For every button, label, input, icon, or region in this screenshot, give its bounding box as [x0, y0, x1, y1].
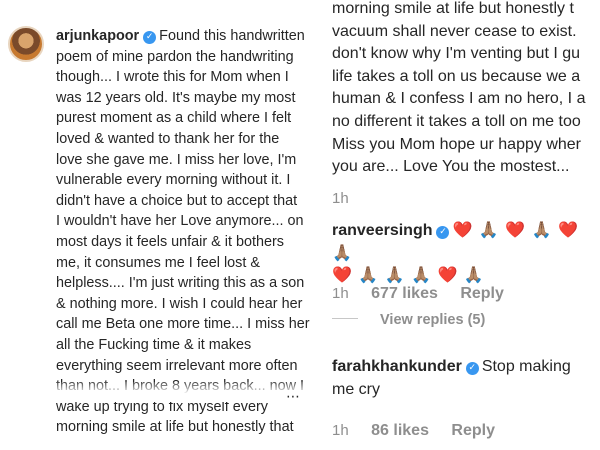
caption-line: Found this handwritten	[159, 28, 305, 44]
caption-continuation: morning smile at life but honestly t vac…	[332, 0, 600, 179]
caption-line: morning smile at life but honestly that	[56, 419, 294, 436]
comment-username[interactable]: ranveersingh	[332, 222, 432, 239]
post-caption: arjunkapoor ✓ Found this handwritten poem …	[56, 26, 310, 438]
caption-line: vulnerable every morning without it. I	[56, 172, 291, 189]
caption-line: all the Fucking time & it makes	[56, 336, 252, 353]
comment-actions: 1h 677 likes Reply	[332, 283, 600, 306]
caption-line: loved & wanted to thank her for the	[56, 130, 280, 147]
caption-line: life takes a toll on us because we a	[332, 67, 581, 85]
caption-line: love she gave me. I miss her love, I'm	[56, 151, 297, 168]
post-caption-panel: arjunkapoor ✓ Found this handwritten poem …	[0, 0, 310, 450]
caption-line: poem of mine pardon the handwriting	[56, 48, 294, 65]
caption-line: vacuum shall never cease to exist.	[332, 22, 577, 40]
verified-badge-icon: ✓	[143, 31, 157, 44]
comment-likes[interactable]: 86 likes	[371, 422, 429, 439]
caption-line: was 12 years old. It's maybe my most	[56, 89, 296, 106]
comment-text: me cry	[332, 380, 380, 398]
comment-actions: 1h 86 likes Reply	[332, 420, 600, 443]
caption-line: most days it feels unfair & it bothers	[56, 233, 284, 250]
caption-line: & nothing more. I wish I could hear her	[56, 295, 303, 312]
view-replies-label[interactable]: View replies (5)	[380, 312, 485, 328]
verified-badge-icon: ✓	[436, 226, 450, 239]
caption-line: I wouldn't have her Love anymore... on	[56, 213, 304, 230]
caption-line: me, it consumes me I feel lost &	[56, 254, 260, 271]
panel-divider	[314, 0, 320, 450]
caption-line: morning smile at life but honestly t	[332, 0, 574, 17]
comment-text: Stop making	[481, 358, 571, 375]
comment-item: farahkhankunder ✓ Stop making me cry	[332, 356, 600, 401]
caption-line: purest moment as a child where I felt	[56, 110, 292, 127]
caption-line: didn't have a choice but to accept that	[56, 192, 298, 209]
verified-badge-icon: ✓	[465, 362, 479, 375]
comment-likes[interactable]: 677 likes	[371, 285, 438, 302]
comment-username[interactable]: farahkhankunder	[332, 358, 462, 375]
reply-button[interactable]: Reply	[451, 422, 495, 439]
comments-panel: morning smile at life but honestly t vac…	[324, 0, 600, 450]
ellipsis-icon[interactable]: ⋯	[286, 388, 300, 405]
caption-line: helpless.... I'm just writing this as a …	[56, 275, 305, 292]
replies-divider	[332, 318, 358, 319]
caption-line: you are... Love You the mostest...	[332, 158, 570, 176]
comment-item: ranveersingh ✓ ❤️ 🙏🏽 ❤️ 🙏🏽 ❤️ 🙏🏽 ❤️ 🙏🏽 🙏🏽 …	[332, 220, 600, 288]
caption-line: everything seem irrelevant more often	[56, 357, 298, 374]
caption-line: human & I confess I am no hero, I a	[332, 90, 586, 108]
caption-line: call me Beta one more time... I miss her	[56, 316, 310, 333]
avatar[interactable]	[8, 26, 44, 62]
comment-timestamp: 1h	[332, 285, 349, 302]
caption-line: though... I wrote this for Mom when I	[56, 69, 289, 86]
caption-timestamp: 1h	[332, 190, 349, 207]
caption-line: Miss you Mom hope ur happy wher	[332, 135, 581, 153]
reply-button[interactable]: Reply	[460, 285, 504, 302]
post-username[interactable]: arjunkapoor	[56, 28, 139, 44]
caption-meta: 1h	[332, 188, 600, 211]
caption-fade	[56, 382, 310, 402]
comment-timestamp: 1h	[332, 422, 349, 439]
caption-line: no different it takes a toll on me too	[332, 112, 581, 130]
comment-emoji-line: ❤️ 🙏🏽 🙏🏽 🙏🏽 ❤️ 🙏🏽	[332, 267, 485, 285]
view-replies[interactable]: View replies (5)	[332, 309, 600, 332]
caption-line: don't know why I'm venting but I gu	[332, 45, 581, 63]
